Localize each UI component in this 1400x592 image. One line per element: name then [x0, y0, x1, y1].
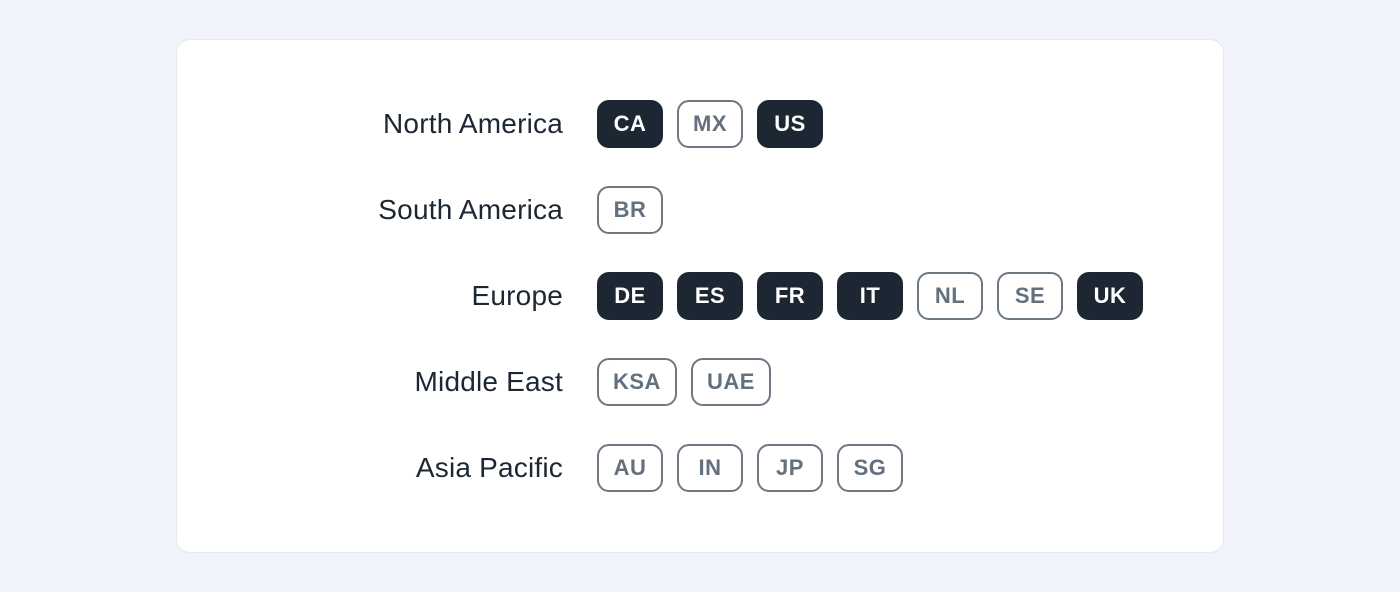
- region-chips: BR: [597, 186, 663, 234]
- region-chips: AU IN JP SG: [597, 444, 903, 492]
- country-chip-es[interactable]: ES: [677, 272, 743, 320]
- country-chip-us[interactable]: US: [757, 100, 823, 148]
- country-chip-de[interactable]: DE: [597, 272, 663, 320]
- country-chip-sg[interactable]: SG: [837, 444, 903, 492]
- region-row-south-america: South America BR: [237, 186, 1163, 234]
- region-row-europe: Europe DE ES FR IT NL SE UK: [237, 272, 1163, 320]
- country-chip-ksa[interactable]: KSA: [597, 358, 677, 406]
- region-row-asia-pacific: Asia Pacific AU IN JP SG: [237, 444, 1163, 492]
- country-chip-ca[interactable]: CA: [597, 100, 663, 148]
- country-chip-se[interactable]: SE: [997, 272, 1063, 320]
- country-chip-in[interactable]: IN: [677, 444, 743, 492]
- region-label: Asia Pacific: [237, 452, 597, 484]
- country-chip-fr[interactable]: FR: [757, 272, 823, 320]
- region-label: North America: [237, 108, 597, 140]
- region-chips: KSA UAE: [597, 358, 771, 406]
- country-chip-jp[interactable]: JP: [757, 444, 823, 492]
- region-row-middle-east: Middle East KSA UAE: [237, 358, 1163, 406]
- region-label: Europe: [237, 280, 597, 312]
- country-chip-uk[interactable]: UK: [1077, 272, 1143, 320]
- region-chips: DE ES FR IT NL SE UK: [597, 272, 1143, 320]
- region-selector-card: North America CA MX US South America BR …: [176, 39, 1224, 553]
- region-row-north-america: North America CA MX US: [237, 100, 1163, 148]
- country-chip-nl[interactable]: NL: [917, 272, 983, 320]
- region-label: Middle East: [237, 366, 597, 398]
- country-chip-uae[interactable]: UAE: [691, 358, 771, 406]
- country-chip-br[interactable]: BR: [597, 186, 663, 234]
- country-chip-mx[interactable]: MX: [677, 100, 743, 148]
- region-label: South America: [237, 194, 597, 226]
- region-chips: CA MX US: [597, 100, 823, 148]
- country-chip-au[interactable]: AU: [597, 444, 663, 492]
- country-chip-it[interactable]: IT: [837, 272, 903, 320]
